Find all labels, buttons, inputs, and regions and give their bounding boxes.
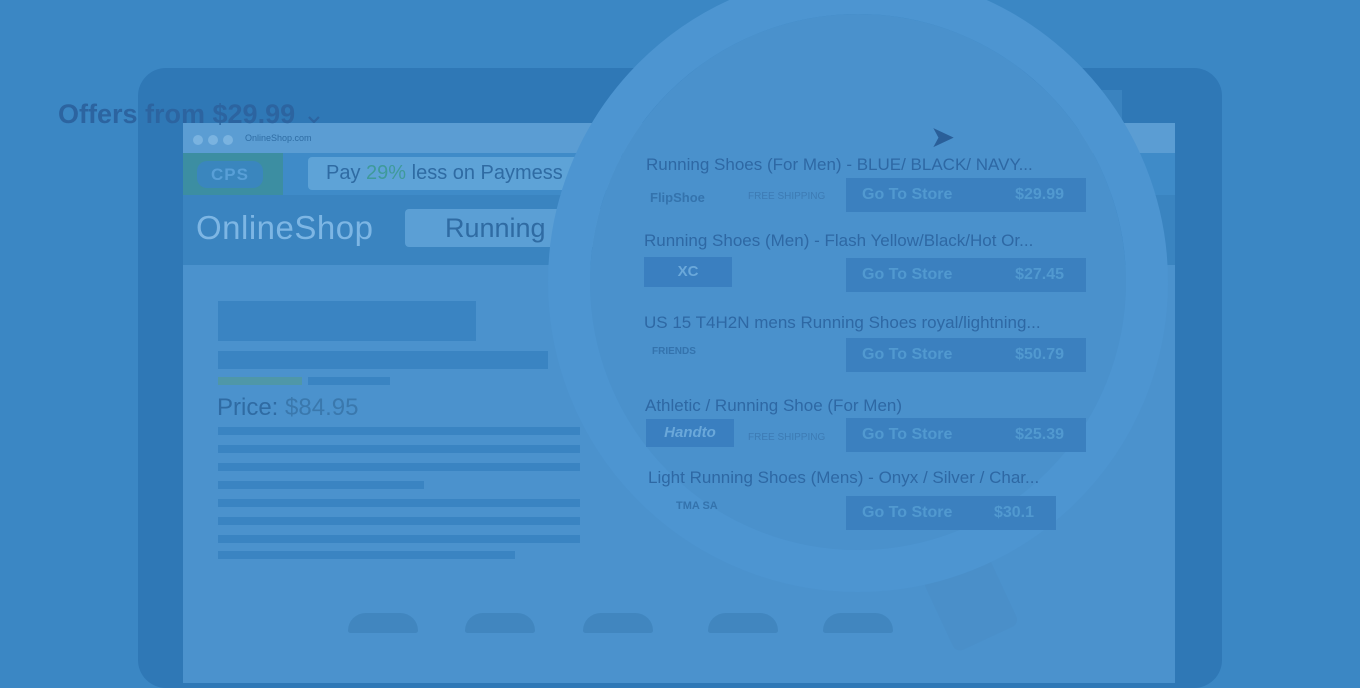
store-logo: FlipShoe <box>650 190 705 205</box>
chevron-down-icon[interactable]: ⌄ <box>303 99 326 129</box>
shoe-thumbnail[interactable] <box>583 613 653 633</box>
price-value: $84.95 <box>285 394 359 421</box>
store-logo: XC <box>644 257 732 287</box>
offer-price: $30.1 <box>993 504 1034 521</box>
product-price: Price: $84.95 <box>217 394 358 422</box>
price-label: Price: <box>217 394 279 421</box>
go-to-store-label: Go To Store <box>862 504 953 521</box>
cursor-arrow-icon: ➤ <box>930 121 956 154</box>
shipping-note: FREE SHIPPING <box>748 191 826 202</box>
offer-price: $25.39 <box>1015 426 1064 443</box>
minimize-dot-icon[interactable] <box>208 135 218 145</box>
maximize-dot-icon[interactable] <box>223 135 233 145</box>
offer-price: $29.99 <box>1015 186 1064 203</box>
description-line <box>218 551 515 559</box>
offer-title[interactable]: Athletic / Running Shoe (For Men) <box>645 396 902 416</box>
offer-title[interactable]: US 15 T4H2N mens Running Shoes royal/lig… <box>644 313 1041 333</box>
description-line <box>218 427 580 435</box>
offers-heading[interactable]: Offers from $29.99 ⌄ <box>58 99 325 130</box>
description-line <box>218 463 580 471</box>
shoe-thumbnail[interactable] <box>708 613 778 633</box>
offer-title[interactable]: Running Shoes (Men) - Flash Yellow/Black… <box>644 231 1033 251</box>
pay-suffix: less on Paymess <box>411 162 563 184</box>
go-to-store-button[interactable]: Go To Store $27.45 <box>846 258 1086 292</box>
offer-price: $27.45 <box>1015 266 1064 283</box>
offers-heading-text: Offers from $29.99 <box>58 99 296 129</box>
shoe-thumbnail[interactable] <box>348 613 418 633</box>
go-to-store-button[interactable]: Go To Store $30.1 <box>846 496 1056 530</box>
go-to-store-button[interactable]: Go To Store $25.39 <box>846 418 1086 452</box>
store-logo: Handto <box>646 419 734 447</box>
offer-title[interactable]: Running Shoes (For Men) - BLUE/ BLACK/ N… <box>646 155 1033 175</box>
shipping-note: FREE SHIPPING <box>748 432 826 443</box>
store-logo: FRIENDS <box>652 346 696 357</box>
address-bar[interactable]: OnlineShop.com <box>245 133 312 143</box>
pay-percent: 29% <box>366 162 407 184</box>
window-controls <box>193 132 238 150</box>
pay-prefix: Pay <box>326 162 361 184</box>
go-to-store-label: Go To Store <box>862 266 953 283</box>
product-subtitle-placeholder <box>218 351 548 369</box>
offer-price: $50.79 <box>1015 346 1064 363</box>
store-logo: TMA SA <box>676 500 718 512</box>
description-line <box>218 535 580 543</box>
product-title-placeholder <box>218 301 476 341</box>
go-to-store-label: Go To Store <box>862 346 953 363</box>
shoe-thumbnail[interactable] <box>823 613 893 633</box>
reviews-placeholder <box>308 377 390 385</box>
cps-logo-area: CPS <box>183 153 283 195</box>
description-line <box>218 517 580 525</box>
cps-logo[interactable]: CPS <box>197 161 263 188</box>
rating-placeholder <box>218 377 302 385</box>
go-to-store-label: Go To Store <box>862 426 953 443</box>
description-line <box>218 445 580 453</box>
shop-logo[interactable]: OnlineShop <box>196 209 373 247</box>
description-line <box>218 481 424 489</box>
go-to-store-button[interactable]: Go To Store $29.99 <box>846 178 1086 212</box>
go-to-store-label: Go To Store <box>862 186 953 203</box>
shoe-thumbnail[interactable] <box>465 613 535 633</box>
description-line <box>218 499 580 507</box>
offer-title[interactable]: Light Running Shoes (Mens) - Onyx / Silv… <box>648 468 1039 488</box>
go-to-store-button[interactable]: Go To Store $50.79 <box>846 338 1086 372</box>
close-dot-icon[interactable] <box>193 135 203 145</box>
